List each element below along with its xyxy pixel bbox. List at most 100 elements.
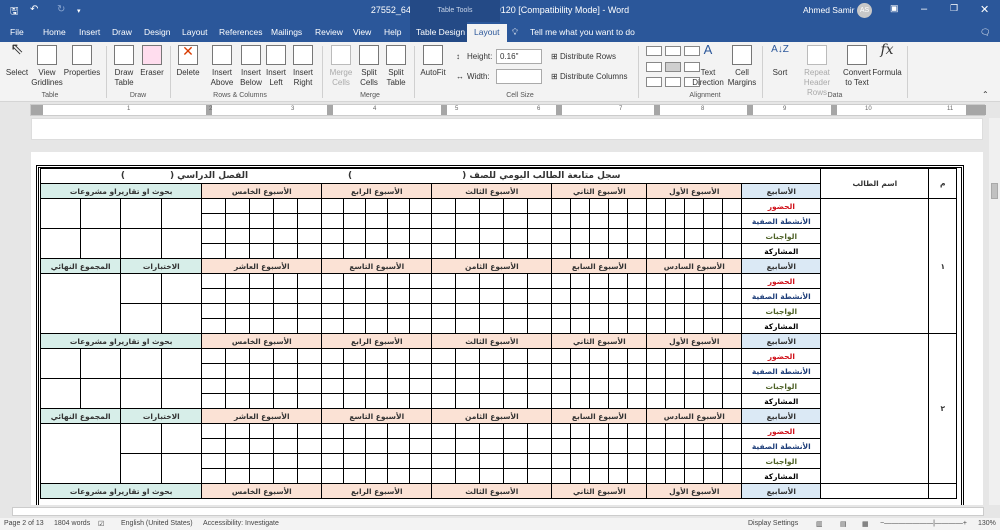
table-cell[interactable]: [570, 318, 591, 334]
table-cell[interactable]: [703, 453, 724, 469]
table-cell[interactable]: [703, 438, 724, 454]
language[interactable]: English (United States): [121, 520, 193, 527]
table-cell[interactable]: [39, 228, 82, 259]
table-cell[interactable]: [201, 363, 227, 379]
table-cell[interactable]: [431, 393, 457, 409]
table-cell[interactable]: [627, 468, 648, 484]
table-cell[interactable]: [551, 468, 572, 484]
table-cell[interactable]: [455, 378, 481, 394]
table-cell[interactable]: [551, 393, 572, 409]
table-cell[interactable]: [455, 303, 481, 319]
table-cell[interactable]: [684, 273, 705, 289]
table-cell[interactable]: [455, 288, 481, 304]
table-cell[interactable]: [703, 348, 724, 364]
table-cell[interactable]: [387, 318, 411, 334]
zoom-slider[interactable]: −———————|————+: [880, 520, 967, 527]
table-cell[interactable]: [273, 363, 299, 379]
table-cell[interactable]: [321, 393, 345, 409]
table-cell[interactable]: [161, 303, 203, 334]
table-cell[interactable]: [161, 228, 203, 259]
table-cell[interactable]: [627, 453, 648, 469]
table-cell[interactable]: [365, 288, 389, 304]
table-cell[interactable]: [665, 288, 686, 304]
horizontal-ruler[interactable]: 1 2 3 4 5 6 7 8 9 10 11: [30, 104, 986, 116]
table-cell[interactable]: [646, 198, 667, 214]
table-cell[interactable]: [365, 423, 389, 439]
table-cell[interactable]: [570, 363, 591, 379]
table-cell[interactable]: [409, 198, 433, 214]
table-cell[interactable]: [479, 228, 505, 244]
table-cell[interactable]: [273, 198, 299, 214]
table-cell[interactable]: [684, 423, 705, 439]
table-cell[interactable]: [503, 243, 529, 259]
insert-right-button[interactable]: Insert Right: [290, 45, 316, 88]
table-cell[interactable]: [365, 198, 389, 214]
table-cell[interactable]: [665, 228, 686, 244]
table-cell[interactable]: [589, 393, 610, 409]
table-cell[interactable]: [665, 468, 686, 484]
table-cell[interactable]: [722, 393, 743, 409]
comments-icon[interactable]: 🗨︎: [980, 27, 991, 38]
table-cell[interactable]: [297, 468, 323, 484]
table-cell[interactable]: [646, 303, 667, 319]
table-cell[interactable]: [503, 468, 529, 484]
table-cell[interactable]: [161, 198, 203, 229]
table-cell[interactable]: [431, 288, 457, 304]
table-cell[interactable]: [387, 243, 411, 259]
table-cell[interactable]: [343, 378, 367, 394]
table-cell[interactable]: [646, 363, 667, 379]
table-cell[interactable]: [551, 198, 572, 214]
table-cell[interactable]: [570, 198, 591, 214]
table-cell[interactable]: [201, 348, 227, 364]
print-layout-icon[interactable]: ▤: [840, 520, 847, 528]
table-cell[interactable]: [201, 288, 227, 304]
table-cell[interactable]: [570, 468, 591, 484]
table-cell[interactable]: [527, 273, 553, 289]
table-cell[interactable]: [503, 348, 529, 364]
table-cell[interactable]: [479, 198, 505, 214]
table-cell[interactable]: [589, 303, 610, 319]
scroll-thumb[interactable]: [991, 183, 998, 199]
table-cell[interactable]: [527, 348, 553, 364]
table-cell[interactable]: [665, 348, 686, 364]
table-cell[interactable]: [201, 243, 227, 259]
table-cell[interactable]: [387, 438, 411, 454]
tab-file[interactable]: File: [10, 27, 24, 37]
table-cell[interactable]: [646, 273, 667, 289]
table-cell[interactable]: [249, 363, 275, 379]
table-cell[interactable]: [343, 393, 367, 409]
table-cell[interactable]: [409, 213, 433, 229]
height-input[interactable]: 0.16": [496, 49, 542, 64]
table-cell[interactable]: [321, 213, 345, 229]
tab-layout[interactable]: Layout: [182, 27, 208, 37]
table-cell[interactable]: [503, 393, 529, 409]
table-cell[interactable]: [722, 213, 743, 229]
table-cell[interactable]: [365, 318, 389, 334]
view-gridlines-button[interactable]: View Gridlines: [31, 45, 63, 88]
table-cell[interactable]: [646, 423, 667, 439]
table-cell[interactable]: [551, 273, 572, 289]
table-cell[interactable]: [665, 423, 686, 439]
table-cell[interactable]: [589, 438, 610, 454]
table-cell[interactable]: [161, 348, 203, 379]
table-cell[interactable]: [570, 348, 591, 364]
table-cell[interactable]: [225, 243, 251, 259]
split-cells-button[interactable]: Split Cells: [356, 45, 382, 88]
table-cell[interactable]: [570, 453, 591, 469]
table-cell[interactable]: [722, 273, 743, 289]
table-cell[interactable]: [249, 393, 275, 409]
close-icon[interactable]: ✕: [980, 3, 989, 16]
table-cell[interactable]: [273, 348, 299, 364]
minimize-icon[interactable]: –: [921, 3, 927, 15]
table-cell[interactable]: [321, 228, 345, 244]
table-cell[interactable]: [527, 228, 553, 244]
insert-above-button[interactable]: Insert Above: [207, 45, 237, 88]
table-cell[interactable]: [431, 198, 457, 214]
table-cell[interactable]: [249, 228, 275, 244]
table-cell[interactable]: [225, 363, 251, 379]
table-cell[interactable]: [249, 453, 275, 469]
table-cell[interactable]: [225, 348, 251, 364]
table-cell[interactable]: [627, 213, 648, 229]
table-cell[interactable]: [608, 273, 629, 289]
merge-cells-button[interactable]: Merge Cells: [326, 45, 356, 88]
